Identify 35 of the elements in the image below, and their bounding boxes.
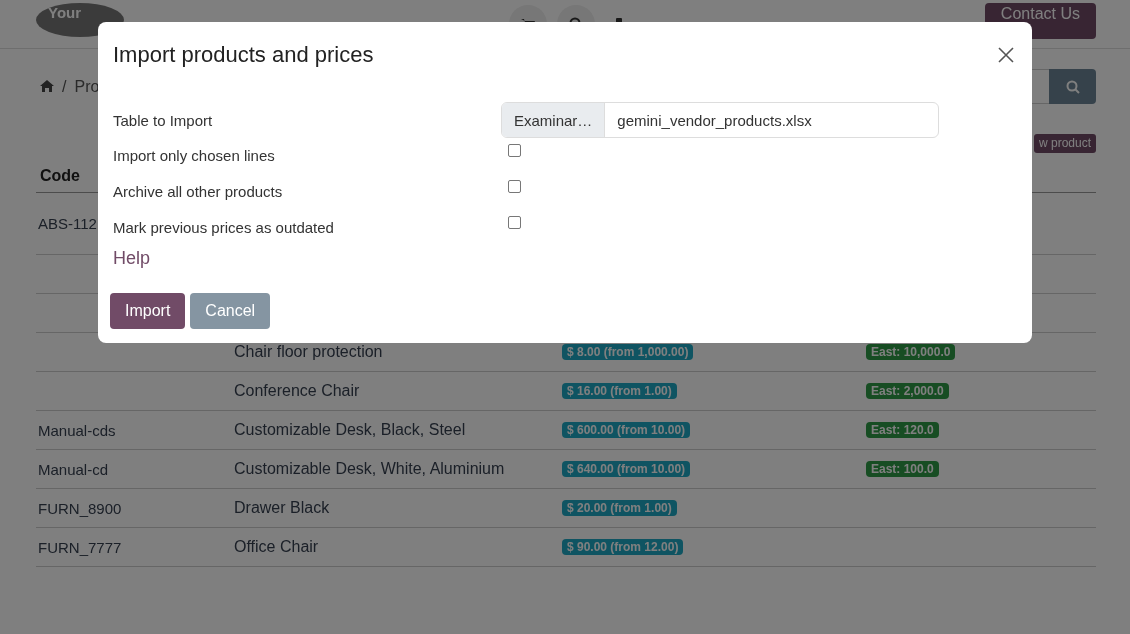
product-name: Conference Chair — [234, 382, 360, 400]
checkbox[interactable] — [508, 144, 521, 157]
price-badge: $ 16.00 (from 1.00) — [562, 383, 677, 399]
stock-badge: East: 2,000.0 — [866, 383, 949, 399]
product-name: Office Chair — [234, 538, 319, 556]
import-button[interactable]: Import — [110, 293, 186, 329]
product-code: ABS-112 — [38, 215, 97, 232]
breadcrumb-item[interactable]: Pro — [74, 77, 100, 96]
new-product-button[interactable]: w product — [1033, 134, 1096, 153]
breadcrumb-separator: / — [62, 77, 67, 96]
search-icon — [1065, 79, 1080, 94]
product-code: Manual-cd — [38, 460, 109, 478]
help-link[interactable]: Help — [98, 248, 151, 269]
product-name: Drawer Black — [234, 499, 330, 517]
checkbox[interactable] — [508, 180, 521, 193]
price-badge: $ 20.00 (from 1.00) — [562, 500, 677, 516]
option-label: Mark previous prices as outdated — [113, 218, 335, 238]
product-name: Customizable Desk, Black, Steel — [234, 421, 466, 439]
search-button[interactable] — [1049, 69, 1096, 104]
product-name: Chair floor protection — [234, 343, 383, 361]
checkbox[interactable] — [508, 216, 521, 229]
stock-badge: East: 120.0 — [866, 422, 939, 438]
product-code: FURN_8900 — [38, 499, 122, 517]
field-label: Table to Import — [113, 110, 214, 131]
price-badge: $ 600.00 (from 10.00) — [562, 422, 691, 438]
price-badge: $ 640.00 (from 10.00) — [562, 461, 691, 477]
cancel-button[interactable]: Cancel — [190, 293, 271, 329]
product-name: Customizable Desk, White, Aluminium — [234, 460, 505, 478]
product-code: Manual-cds — [38, 421, 116, 439]
price-badge: $ 90.00 (from 12.00) — [562, 539, 684, 555]
price-badge: $ 8.00 (from 1,000.00) — [562, 344, 694, 360]
stock-badge: East: 100.0 — [866, 461, 939, 477]
stock-badge: East: 10,000.0 — [866, 344, 956, 360]
product-code: FURN_7777 — [38, 538, 122, 556]
dialog-title: Import products and prices — [113, 42, 375, 68]
